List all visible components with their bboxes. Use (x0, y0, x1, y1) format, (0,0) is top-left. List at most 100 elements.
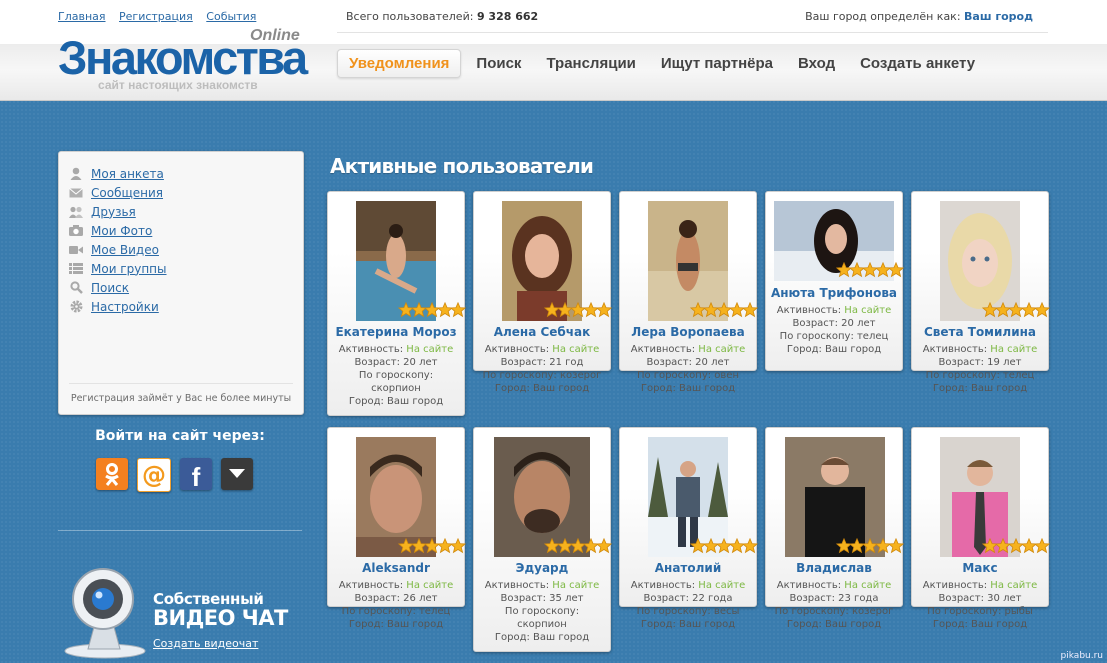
user-name[interactable]: Анатолий (620, 561, 756, 575)
user-card[interactable]: Лера Воропаева Активность: На сайте Возр… (619, 191, 759, 394)
online-status: На сайте (990, 344, 1038, 355)
nav-broadcasts[interactable]: Трансляции (546, 49, 635, 78)
nav-login[interactable]: Вход (798, 49, 835, 78)
user-card[interactable]: Анатолий Активность: На сайте Возраст: 2… (619, 427, 759, 630)
menu-item-label: Моя анкета (91, 166, 164, 181)
user-name[interactable]: Анюта Трифонова (766, 286, 902, 300)
top-link-events[interactable]: События (206, 10, 256, 23)
menu-item-label: Мои Фото (91, 223, 153, 238)
user-card[interactable]: Эдуард Активность: На сайте Возраст: 35 … (473, 427, 613, 652)
sidebar-divider (58, 530, 302, 531)
main-nav: Уведомления Поиск Трансляции Ищут партнё… (337, 48, 1000, 78)
star-icon (1033, 537, 1051, 554)
user-card[interactable]: Aleksandr Активность: На сайте Возраст: … (327, 427, 467, 630)
header: Главная Регистрация События Всего пользо… (0, 0, 1107, 101)
user-card[interactable]: Екатерина Мороз Активность: На сайте Воз… (327, 191, 467, 416)
rating-stars (689, 537, 759, 554)
users-count-value: 9 328 662 (476, 10, 539, 23)
user-info: Активность: На сайте Возраст: 23 года По… (766, 579, 902, 631)
user-name[interactable]: Екатерина Мороз (328, 325, 464, 339)
envelope-icon (69, 186, 83, 199)
activity-line: Активность: На сайте (474, 343, 610, 356)
top-link-home[interactable]: Главная (58, 10, 106, 23)
logo-badge: Online (250, 27, 300, 44)
user-city: Город: Ваш город (348, 619, 444, 630)
webcam-icon (64, 568, 146, 659)
user-age: Возраст: 22 года (643, 593, 733, 604)
user-card[interactable]: Макс Активность: На сайте Возраст: 30 ле… (911, 427, 1051, 630)
user-info: Активность: На сайте Возраст: 21 год По … (474, 343, 610, 395)
activity-label: Активность: (484, 580, 550, 591)
activity-label: Активность: (338, 344, 404, 355)
user-card[interactable]: Анюта Трифонова Активность: На сайте Воз… (765, 191, 905, 371)
user-name[interactable]: Света Томилина (912, 325, 1048, 339)
user-info: Активность: На сайте Возраст: 22 года По… (620, 579, 756, 631)
menu-item-search[interactable]: Поиск (69, 278, 303, 297)
user-city: Город: Ваш город (494, 383, 590, 394)
user-name[interactable]: Aleksandr (328, 561, 464, 575)
activity-line: Активность: На сайте (328, 343, 464, 356)
user-sign-value: скорпион (517, 619, 567, 630)
activity-label: Активность: (630, 580, 696, 591)
gear-icon (69, 300, 83, 313)
user-info: Активность: На сайте Возраст: 19 лет По … (912, 343, 1048, 395)
nav-search[interactable]: Поиск (476, 49, 521, 78)
list-icon (69, 262, 83, 275)
create-videochat-link[interactable]: Создать видеочат (153, 637, 258, 650)
facebook-button[interactable]: f (180, 458, 212, 490)
user-name[interactable]: Лера Воропаева (620, 325, 756, 339)
activity-line: Активность: На сайте (328, 579, 464, 592)
top-link-register[interactable]: Регистрация (119, 10, 193, 23)
user-name[interactable]: Алена Себчак (474, 325, 610, 339)
online-status: На сайте (844, 305, 892, 316)
menu-item-label: Друзья (91, 204, 136, 219)
user-name[interactable]: Эдуард (474, 561, 610, 575)
user-info: Активность: На сайте Возраст: 20 лет По … (620, 343, 756, 395)
user-age: Возраст: 23 года (789, 593, 879, 604)
menu-item-groups[interactable]: Мои группы (69, 259, 303, 278)
user-card[interactable]: Владислав Активность: На сайте Возраст: … (765, 427, 905, 630)
nav-notifications[interactable]: Уведомления (337, 48, 462, 78)
user-name[interactable]: Макс (912, 561, 1048, 575)
menu-item-video[interactable]: Мое Видео (69, 240, 303, 259)
user-info: Активность: На сайте Возраст: 30 лет По … (912, 579, 1048, 631)
facebook-icon: f (191, 462, 201, 492)
top-links: Главная Регистрация События (58, 10, 266, 23)
user-name[interactable]: Владислав (766, 561, 902, 575)
menu-item-photos[interactable]: Мои Фото (69, 221, 303, 240)
activity-line: Активность: На сайте (766, 304, 902, 317)
nav-create-profile[interactable]: Создать анкету (860, 49, 975, 78)
user-sign: По гороскопу: телец (341, 606, 451, 617)
star-icon (887, 261, 905, 278)
nav-seeking-partner[interactable]: Ищут партнёра (661, 49, 773, 78)
star-icon (887, 537, 905, 554)
user-sign: По гороскопу: рыбы (927, 606, 1033, 617)
activity-label: Активность: (776, 305, 842, 316)
odnoklassniki-button[interactable] (96, 458, 128, 490)
menu-item-settings[interactable]: Настройки (69, 297, 303, 316)
user-city: Город: Ваш город (494, 632, 590, 643)
menu-item-friends[interactable]: Друзья (69, 202, 303, 221)
menu-item-label: Поиск (91, 280, 130, 295)
activity-label: Активность: (338, 580, 404, 591)
mailru-button[interactable]: @ (137, 458, 171, 492)
menu-item-profile[interactable]: Моя анкета (69, 164, 303, 183)
city-link[interactable]: Ваш город (964, 10, 1033, 23)
user-sign-value: скорпион (371, 383, 421, 394)
online-status: На сайте (552, 580, 600, 591)
user-card[interactable]: Света Томилина Активность: На сайте Возр… (911, 191, 1051, 394)
rating-stars (981, 301, 1051, 318)
user-age: Возраст: 20 лет (792, 318, 876, 329)
more-logins-button[interactable] (221, 458, 253, 490)
online-status: На сайте (406, 580, 454, 591)
activity-label: Активность: (776, 580, 842, 591)
activity-line: Активность: На сайте (912, 343, 1048, 356)
user-card[interactable]: Алена Себчак Активность: На сайте Возрас… (473, 191, 613, 394)
star-icon (1033, 301, 1051, 318)
site-logo[interactable]: Знакомства Online сайт настоящих знакомс… (58, 27, 318, 100)
logo-tagline: сайт настоящих знакомств (98, 78, 258, 92)
videochat-title-line2: ВИДЕО ЧАТ (153, 606, 288, 630)
at-sign-icon: @ (142, 461, 166, 489)
menu-item-messages[interactable]: Сообщения (69, 183, 303, 202)
user-age: Возраст: 19 лет (938, 357, 1022, 368)
